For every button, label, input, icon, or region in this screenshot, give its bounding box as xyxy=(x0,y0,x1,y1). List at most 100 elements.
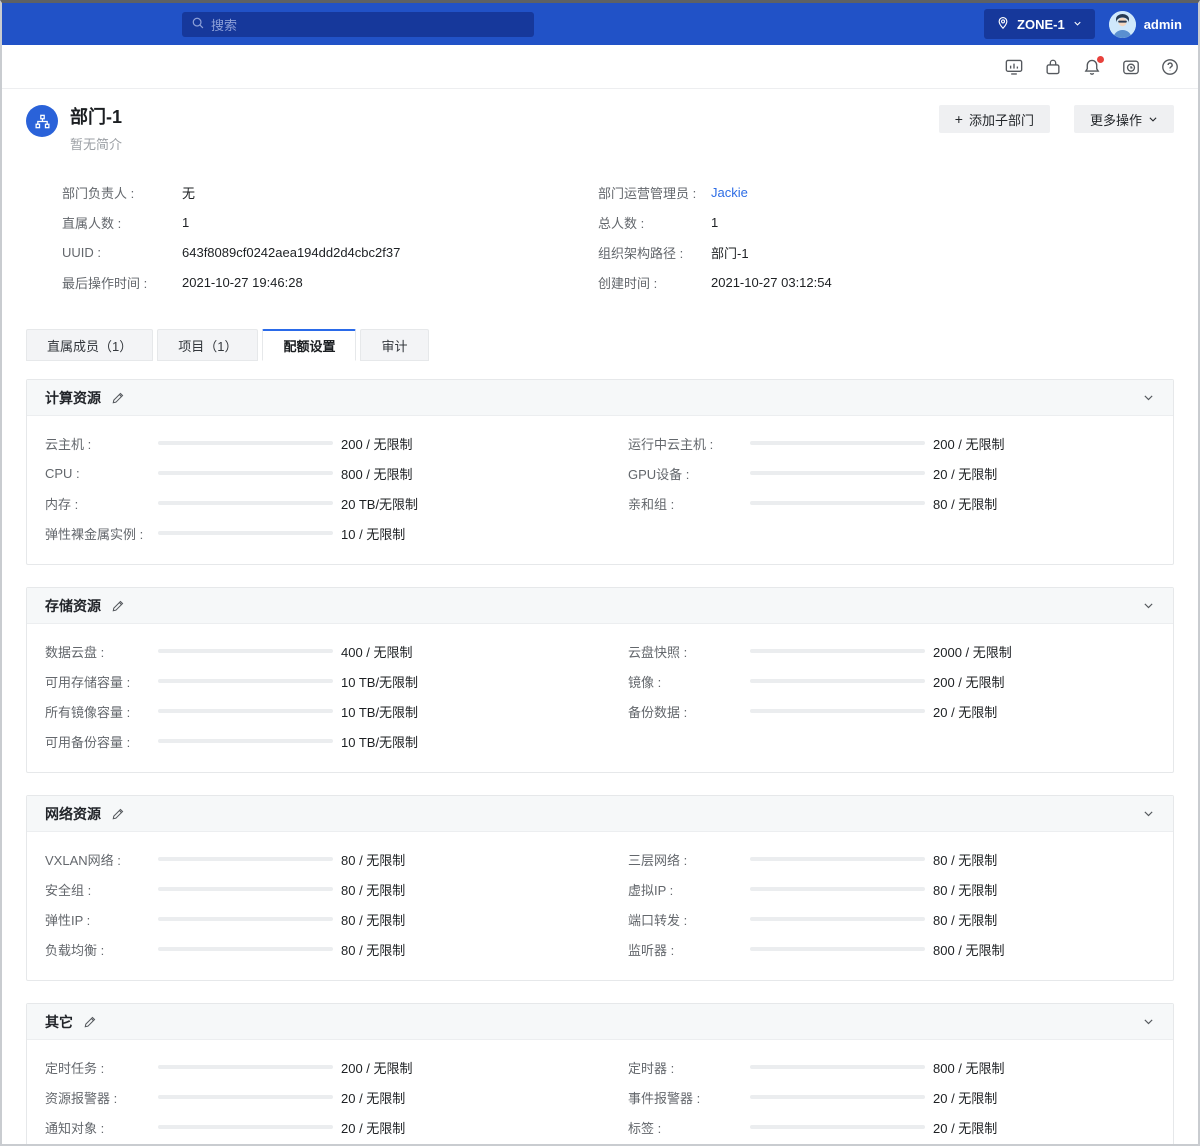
quota-progress-bar xyxy=(750,679,925,683)
help-icon[interactable] xyxy=(1160,57,1180,77)
quota-progress-bar xyxy=(158,887,333,891)
zone-name: ZONE-1 xyxy=(1017,17,1065,32)
quota-progress-bar xyxy=(750,947,925,951)
quota-progress-bar xyxy=(158,649,333,653)
quota-label: 弹性裸金属实例 : xyxy=(45,524,158,543)
username: admin xyxy=(1144,17,1182,32)
quota-progress-bar xyxy=(158,471,333,475)
admin-link[interactable]: Jackie xyxy=(711,185,748,200)
section-network: 网络资源VXLAN网络 :80 / 无限制安全组 :80 / 无限制弹性IP :… xyxy=(26,795,1174,981)
quota-row: 资源报警器 :20 / 无限制 xyxy=(27,1082,600,1112)
search-input[interactable]: 搜索 xyxy=(182,12,534,37)
section-header-other: 其它 xyxy=(27,1004,1173,1040)
info-row: 最后操作时间 :2021-10-27 19:46:28 xyxy=(26,267,586,297)
quota-value: 800 / 无限制 xyxy=(933,940,1005,959)
chevron-down-icon xyxy=(1148,114,1158,124)
quota-value: 10 TB/无限制 xyxy=(341,702,418,721)
tab-projects[interactable]: 项目（1） xyxy=(157,329,258,361)
info-label: 部门运营管理员 : xyxy=(598,183,711,202)
info-grid: 部门负责人 :无直属人数 :1UUID :643f8089cf0242aea19… xyxy=(26,177,1174,297)
collapse-icon[interactable] xyxy=(1142,391,1155,404)
quota-value: 200 / 无限制 xyxy=(933,434,1005,453)
quota-value: 80 / 无限制 xyxy=(341,910,405,929)
quota-label: 所有镜像容量 : xyxy=(45,702,158,721)
quota-column-right: 定时器 :800 / 无限制事件报警器 :20 / 无限制标签 :20 / 无限… xyxy=(600,1052,1173,1142)
info-row: 组织架构路径 :部门-1 xyxy=(586,237,1174,267)
add-subdepartment-button[interactable]: + 添加子部门 xyxy=(939,105,1050,133)
tab-audit[interactable]: 审计 xyxy=(360,329,428,361)
quota-row: 可用备份容量 : 10 TB/无限制 xyxy=(27,726,600,756)
info-row: 部门运营管理员 :Jackie xyxy=(586,177,1174,207)
quota-label: 可用备份容量 : xyxy=(45,732,158,751)
collapse-icon[interactable] xyxy=(1142,1015,1155,1028)
quota-sections: 计算资源云主机 :200 / 无限制CPU :800 / 无限制内存 :20 T… xyxy=(2,361,1198,1146)
quota-row: VXLAN网络 :80 / 无限制 xyxy=(27,844,600,874)
section-title: 存储资源 xyxy=(45,596,101,616)
info-column-left: 部门负责人 :无直属人数 :1UUID :643f8089cf0242aea19… xyxy=(26,177,586,297)
quota-row: 负载均衡 :80 / 无限制 xyxy=(27,934,600,964)
quota-label: 云盘快照 : xyxy=(628,642,750,661)
search-placeholder: 搜索 xyxy=(211,15,237,34)
quota-row: 事件报警器 :20 / 无限制 xyxy=(600,1082,1173,1112)
quota-label: 负载均衡 : xyxy=(45,940,158,959)
quota-row: 亲和组 :80 / 无限制 xyxy=(600,488,1173,518)
quota-progress-bar xyxy=(750,1065,925,1069)
quota-row: 备份数据 :20 / 无限制 xyxy=(600,696,1173,726)
quota-value: 10 TB/无限制 xyxy=(341,732,418,751)
tab-quota[interactable]: 配额设置 xyxy=(262,329,356,361)
quota-row: 三层网络 :80 / 无限制 xyxy=(600,844,1173,874)
quota-value: 800 / 无限制 xyxy=(341,464,413,483)
edit-icon[interactable] xyxy=(111,391,125,405)
page-subtitle: 暂无简介 xyxy=(70,134,122,153)
quota-label: CPU : xyxy=(45,466,158,481)
quota-label: 监听器 : xyxy=(628,940,750,959)
notifications-bell-icon[interactable] xyxy=(1082,57,1102,77)
quota-progress-bar xyxy=(158,679,333,683)
quota-progress-bar xyxy=(158,501,333,505)
quota-value: 80 / 无限制 xyxy=(933,910,997,929)
quota-progress-bar xyxy=(750,501,925,505)
quota-label: 内存 : xyxy=(45,494,158,513)
user-menu[interactable]: admin xyxy=(1109,11,1182,38)
quota-row: 镜像 :200 / 无限制 xyxy=(600,666,1173,696)
quota-progress-bar xyxy=(750,1125,925,1129)
quota-value: 2000 / 无限制 xyxy=(933,642,1012,661)
edit-icon[interactable] xyxy=(111,807,125,821)
operation-history-icon[interactable] xyxy=(1121,57,1141,77)
tab-bar: 直属成员（1）项目（1）配额设置审计 xyxy=(26,329,1174,361)
quota-progress-bar xyxy=(158,1095,333,1099)
console-icon[interactable] xyxy=(1004,57,1024,77)
quota-value: 80 / 无限制 xyxy=(933,850,997,869)
header-actions: + 添加子部门 更多操作 xyxy=(939,105,1174,133)
quota-label: 安全组 : xyxy=(45,880,158,899)
toolbox-icon[interactable] xyxy=(1043,57,1063,77)
quota-progress-bar xyxy=(158,1125,333,1129)
quota-value: 80 / 无限制 xyxy=(933,494,997,513)
page-header: 部门-1 暂无简介 + 添加子部门 更多操作 部门负 xyxy=(2,89,1198,315)
quota-progress-bar xyxy=(158,1065,333,1069)
quota-row: 通知对象 :20 / 无限制 xyxy=(27,1112,600,1142)
info-label: 直属人数 : xyxy=(62,213,182,232)
quota-value: 20 / 无限制 xyxy=(341,1118,405,1137)
info-label: 组织架构路径 : xyxy=(598,243,711,262)
edit-icon[interactable] xyxy=(111,599,125,613)
more-actions-button[interactable]: 更多操作 xyxy=(1074,105,1174,133)
info-value: 部门-1 xyxy=(711,243,749,262)
quota-column-left: VXLAN网络 :80 / 无限制安全组 :80 / 无限制弹性IP :80 /… xyxy=(27,844,600,964)
quota-value: 10 / 无限制 xyxy=(341,524,405,543)
page-title: 部门-1 xyxy=(70,105,122,129)
quota-progress-bar xyxy=(158,947,333,951)
tab-members[interactable]: 直属成员（1） xyxy=(26,329,153,361)
quota-value: 20 / 无限制 xyxy=(933,1118,997,1137)
quota-progress-bar xyxy=(750,857,925,861)
section-other: 其它定时任务 :200 / 无限制资源报警器 :20 / 无限制通知对象 :20… xyxy=(26,1003,1174,1146)
quota-progress-bar xyxy=(750,709,925,713)
collapse-icon[interactable] xyxy=(1142,807,1155,820)
quota-value: 400 / 无限制 xyxy=(341,642,413,661)
info-row: 直属人数 :1 xyxy=(26,207,586,237)
info-row: 部门负责人 :无 xyxy=(26,177,586,207)
collapse-icon[interactable] xyxy=(1142,599,1155,612)
edit-icon[interactable] xyxy=(83,1015,97,1029)
info-value: 2021-10-27 03:12:54 xyxy=(711,275,832,290)
zone-selector[interactable]: ZONE-1 xyxy=(984,9,1095,39)
